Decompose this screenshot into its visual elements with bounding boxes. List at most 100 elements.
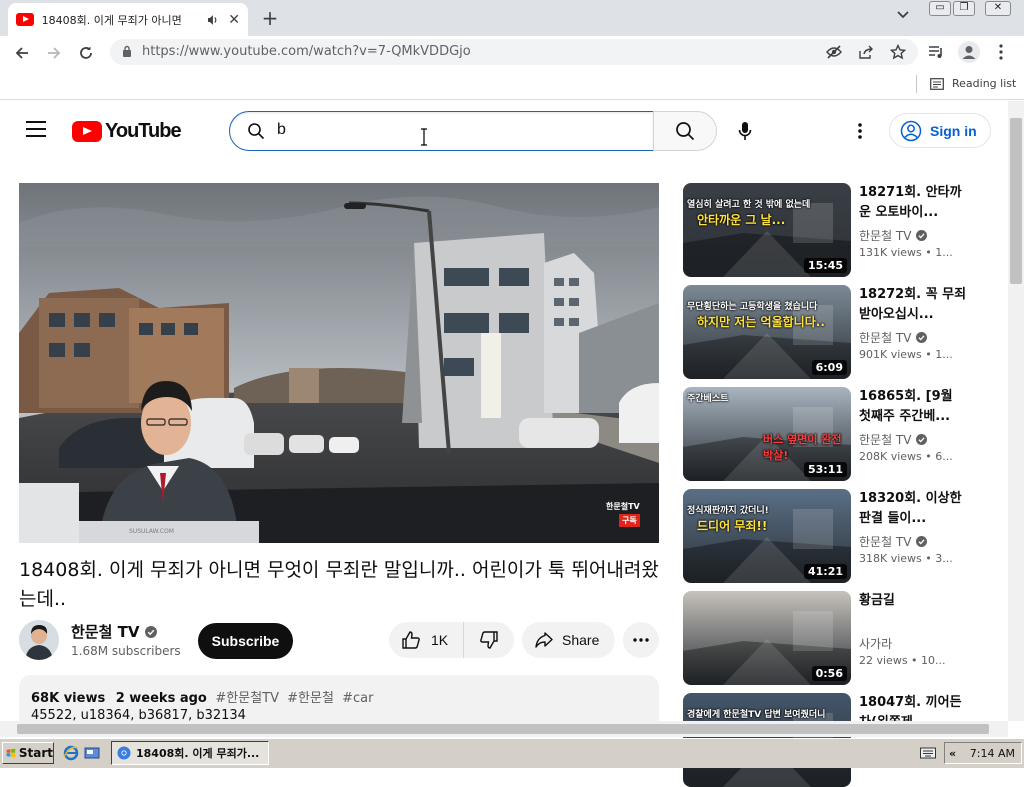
video-duration: 41:21 — [803, 564, 847, 579]
youtube-favicon-icon — [16, 13, 34, 26]
account-circle-icon — [900, 120, 922, 141]
video-title: 18408회. 이게 무죄가 아니면 무엇이 무죄란 말입니까.. 어린이가 툭… — [19, 559, 659, 610]
video-thumbnail[interactable]: 무단횡단하는 고등학생을 쳤습니다 하지만 저는 억울합니다.. 6:09 — [683, 285, 851, 379]
verified-check-icon — [916, 434, 928, 445]
eye-off-icon[interactable] — [826, 45, 842, 59]
window-restore-button[interactable]: ❐ — [953, 1, 975, 16]
search-input[interactable] — [277, 120, 637, 140]
hashtag-link[interactable]: #car — [342, 691, 373, 706]
voice-search-mic-icon[interactable] — [734, 120, 756, 142]
related-video-title[interactable]: 18271회. 안타까운 오토바이... — [859, 183, 969, 223]
reload-icon[interactable] — [75, 42, 97, 64]
related-video-channel-name: 한문철 TV — [859, 229, 912, 243]
related-video-channel[interactable]: 사가라 — [859, 635, 892, 652]
related-video-item[interactable]: 0:56 황금길 사가라 22 views • 10... — [683, 591, 1003, 685]
back-arrow-icon[interactable] — [11, 42, 33, 64]
chrome-icon — [117, 746, 131, 760]
bookmark-star-icon[interactable] — [890, 44, 906, 60]
video-thumbnail[interactable]: 정식재판까지 갔더니! 드디어 무죄!! 41:21 — [683, 489, 851, 583]
like-dislike-group: 1K — [389, 622, 514, 658]
video-player[interactable]: SUSULAW.COM — [19, 183, 659, 543]
profile-avatar-icon[interactable] — [958, 41, 980, 63]
forward-arrow-icon[interactable] — [43, 42, 65, 64]
bookmarks-separator — [916, 75, 917, 93]
related-video-channel[interactable]: 한문철 TV — [859, 329, 928, 346]
dislike-button[interactable] — [464, 622, 514, 658]
browser-tab[interactable]: 18408회. 이게 무죄가 아니면 ✕ — [8, 3, 248, 36]
video-duration: 53:11 — [803, 462, 847, 477]
thumbnail-headline: 드디어 무죄!! — [697, 519, 768, 533]
new-tab-icon[interactable]: + — [260, 6, 280, 30]
related-video-item[interactable]: 열심히 살려고 한 것 밖에 없는데 안타까운 그 날... 15:45 18271회… — [683, 183, 1003, 277]
vertical-scroll-thumb[interactable] — [1010, 118, 1022, 284]
tray-expand-icon[interactable]: « — [949, 747, 956, 760]
horizontal-scroll-thumb[interactable] — [17, 724, 989, 734]
subscriber-count: 1.68M subscribers — [71, 644, 181, 658]
hashtag-link[interactable]: #한문철TV — [215, 691, 279, 706]
tab-title: 18408회. 이게 무죄가 아니면 — [41, 13, 182, 27]
like-button[interactable]: 1K — [389, 622, 464, 658]
related-video-meta: 901K views • 1... — [859, 348, 953, 361]
related-video-item[interactable]: 정식재판까지 갔더니! 드디어 무죄!! 41:21 18320회. 이상한 판결 들… — [683, 489, 1003, 583]
thumbnail-headline: 하지만 저는 억울합니다.. — [697, 315, 825, 329]
related-video-meta: 131K views • 1... — [859, 246, 953, 259]
thumbnail-caption: 열심히 살려고 한 것 밖에 없는데 — [687, 200, 811, 210]
lock-icon[interactable] — [122, 45, 132, 57]
start-button[interactable]: Start — [2, 742, 54, 764]
show-desktop-icon[interactable] — [84, 745, 100, 761]
tab-search-chevron-icon[interactable] — [896, 10, 910, 20]
watermark-subscribe-badge: 구독 — [619, 514, 640, 527]
search-button-icon — [676, 122, 695, 141]
reading-list-label: Reading list — [952, 77, 1017, 90]
related-video-title[interactable]: 18320회. 이상한 판결 들이... — [859, 489, 969, 529]
related-video-item[interactable]: 주간베스트 버스 옆면이 완전 박살! 53:11 16865회. [9월 첫째주 주… — [683, 387, 1003, 481]
watermark-text: 한문철TV — [606, 502, 640, 511]
search-button[interactable] — [653, 111, 717, 151]
window-close-button[interactable]: ✕ — [985, 1, 1011, 16]
related-video-channel-name: 한문철 TV — [859, 433, 912, 447]
channel-name[interactable]: 한문철 TV — [71, 621, 158, 642]
taskbar-window-button[interactable]: 18408회. 이게 무죄가... — [111, 741, 269, 765]
related-video-item[interactable]: 무단횡단하는 고등학생을 쳤습니다 하지만 저는 억울합니다.. 6:09 18272… — [683, 285, 1003, 379]
more-horizontal-icon — [633, 638, 649, 642]
channel-avatar[interactable] — [19, 620, 59, 660]
verified-check-icon — [916, 536, 928, 547]
browser-menu-icon[interactable] — [999, 44, 1003, 60]
internet-explorer-icon[interactable] — [63, 745, 79, 761]
video-thumbnail[interactable]: 주간베스트 버스 옆면이 완전 박살! 53:11 — [683, 387, 851, 481]
tab-audio-icon[interactable] — [207, 14, 219, 26]
hamburger-menu-icon[interactable] — [26, 121, 46, 142]
taskbar-window-title: 18408회. 이게 무죄가... — [136, 747, 260, 760]
hashtag-link[interactable]: #한문철 — [287, 691, 334, 706]
thumbnail-caption: 무단횡단하는 고등학생을 쳤습니다 — [687, 302, 818, 312]
related-video-channel[interactable]: 한문철 TV — [859, 431, 928, 448]
subscribe-button[interactable]: Subscribe — [198, 623, 293, 659]
tab-close-icon[interactable]: ✕ — [228, 12, 240, 28]
related-video-title[interactable]: 18272회. 꼭 무죄 받아오십시... — [859, 285, 969, 325]
thumbnail-caption: 주간베스트 — [687, 394, 729, 404]
share-arrow-icon — [535, 632, 553, 648]
video-thumbnail[interactable]: 열심히 살려고 한 것 밖에 없는데 안타까운 그 날... 15:45 — [683, 183, 851, 277]
video-duration: 15:45 — [803, 258, 847, 273]
sign-in-button[interactable]: Sign in — [889, 113, 991, 148]
window-minimize-button[interactable]: ▭ — [929, 1, 951, 16]
media-playlist-icon[interactable] — [928, 45, 944, 59]
url-text[interactable]: https://www.youtube.com/watch?v=7-QMkVDD… — [142, 44, 471, 59]
share-page-icon[interactable] — [858, 45, 874, 59]
related-video-channel-name: 사가라 — [859, 637, 893, 651]
related-video-channel[interactable]: 한문철 TV — [859, 227, 928, 244]
video-thumbnail[interactable]: 0:56 — [683, 591, 851, 685]
related-video-channel[interactable]: 한문철 TV — [859, 533, 928, 550]
verified-check-icon — [916, 230, 928, 241]
clock[interactable]: 7:14 AM — [970, 747, 1015, 760]
reading-list-icon — [930, 77, 944, 90]
youtube-logo[interactable]: YouTube — [72, 120, 182, 143]
system-tray: « 7:14 AM — [944, 742, 1022, 764]
reading-list-button[interactable]: Reading list — [916, 75, 1017, 93]
settings-more-icon[interactable] — [850, 120, 870, 142]
share-button[interactable]: Share — [522, 622, 615, 658]
keyboard-tray-icon[interactable] — [920, 747, 936, 759]
related-video-title[interactable]: 황금길 — [859, 591, 969, 611]
more-actions-button[interactable] — [623, 622, 659, 658]
related-video-title[interactable]: 16865회. [9월 첫째주 주간베... — [859, 387, 969, 427]
